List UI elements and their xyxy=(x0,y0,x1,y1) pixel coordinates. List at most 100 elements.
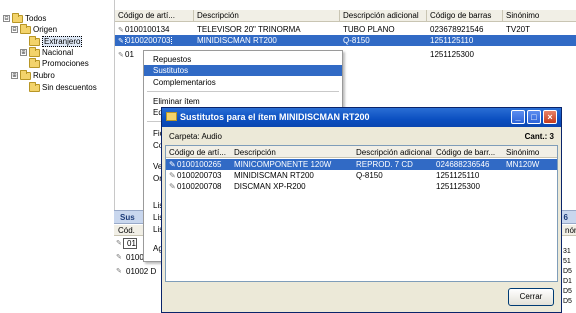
menu-item-sustitutos[interactable]: Sustitutos xyxy=(144,65,342,76)
col-header-desc-adicional[interactable]: Descripción adicional xyxy=(356,148,432,157)
panel-cell-sinonimo: D1 xyxy=(563,278,572,285)
dialog-titlebar[interactable]: Sustitutos para el ítem MINIDISCMAN RT20… xyxy=(162,108,561,127)
cell-codigo: 0100100134 xyxy=(125,25,170,34)
folder-icon xyxy=(20,69,31,80)
cell-descripcion: MINIDISCMAN RT200 xyxy=(197,36,277,45)
pencil-icon: ✎ xyxy=(118,52,124,59)
cell-sinonimo: TV20T xyxy=(506,25,531,34)
tree-node-rubro[interactable]: ⊞ Rubro xyxy=(11,69,55,81)
tree-label: Nacional xyxy=(42,48,74,57)
col-header-desc-adicional[interactable]: Descripción adicional xyxy=(340,10,427,21)
panel-cell-codigo[interactable]: 01 xyxy=(123,238,137,249)
tree-node-sin-descuentos[interactable]: Sin descuentos xyxy=(20,81,97,93)
tree-node-promociones[interactable]: Promociones xyxy=(20,57,89,69)
cell-codigo-barras: 1251125300 xyxy=(436,182,480,191)
col-header-codigo-barras[interactable]: Código de barras xyxy=(427,10,503,21)
maximize-button[interactable]: □ xyxy=(527,110,541,124)
list-row[interactable]: ✎ 0100200703 MINIDISCMAN RT200 Q-8150 12… xyxy=(166,170,557,181)
carpeta-label: Carpeta: Audio xyxy=(169,132,222,141)
grid-header: Código de artí... Descripción Descripció… xyxy=(115,10,576,22)
pencil-icon: ✎ xyxy=(118,38,124,45)
dialog-title: Sustitutos para el ítem MINIDISCMAN RT20… xyxy=(180,112,370,122)
cerrar-button[interactable]: Cerrar xyxy=(508,288,554,306)
tree-node-origen[interactable]: ⊟ Origen xyxy=(11,23,58,35)
col-header-sinonimo[interactable]: Sinónimo xyxy=(503,10,576,21)
list-row-selected[interactable]: ✎ 0100100265 MINICOMPONENTE 120W REPROD.… xyxy=(166,159,557,170)
panel-col-codigo[interactable]: Cód. xyxy=(118,226,135,235)
panel-cell-sinonimo: D5 xyxy=(563,298,572,305)
folder-icon xyxy=(29,81,40,92)
col-header-sinonimo[interactable]: Sinónimo xyxy=(506,148,539,157)
col-header-codigo[interactable]: Código de artí... xyxy=(115,10,194,21)
tree-label: Sin descuentos xyxy=(42,83,97,92)
panel-count: 6 xyxy=(563,213,568,222)
expand-icon[interactable]: ⊞ xyxy=(11,72,18,79)
pencil-icon: ✎ xyxy=(118,27,124,34)
category-tree: ⊟ Todos ⊟ Origen Extranjero ⊞ Nacional P… xyxy=(0,0,114,313)
panel-cell-codigo: 01002 D xyxy=(126,267,157,276)
folder-icon xyxy=(29,35,40,46)
list-header: Código de artí... Descripción Descripció… xyxy=(166,146,557,158)
panel-col-sinonimo[interactable]: nón xyxy=(565,226,576,235)
col-header-codigo[interactable]: Código de artí... xyxy=(169,148,226,157)
pencil-icon: ✎ xyxy=(116,239,122,247)
cell-codigo: 0100100265 xyxy=(177,160,222,169)
list-row[interactable]: ✎ 0100200708 DISCMAN XP-R200 1251125300 xyxy=(166,181,557,192)
panel-cell-sinonimo: D5 xyxy=(563,288,572,295)
tree-node-nacional[interactable]: ⊞ Nacional xyxy=(20,46,74,58)
cell-codigo-barras: 023678921546 xyxy=(430,25,484,34)
panel-row[interactable]: ✎ 01002 D xyxy=(116,266,166,277)
dialog-info-bar: Carpeta: Audio Cant.: 3 xyxy=(165,129,558,143)
menu-separator xyxy=(147,91,339,92)
folder-icon xyxy=(166,112,177,121)
col-header-descripcion[interactable]: Descripción xyxy=(234,148,276,157)
pencil-icon: ✎ xyxy=(169,182,176,191)
table-row[interactable]: ✎0100100134 TELEVISOR 20" TRINORMA TUBO … xyxy=(115,24,576,35)
pencil-icon: ✎ xyxy=(169,171,176,180)
minimize-button[interactable]: _ xyxy=(511,110,525,124)
cell-desc-adicional: Q-8150 xyxy=(343,36,370,45)
cell-descripcion: DISCMAN XP-R200 xyxy=(234,182,306,191)
menu-item-complementarios[interactable]: Complementarios xyxy=(144,77,342,88)
collapse-icon[interactable]: ⊟ xyxy=(11,26,18,33)
tree-node-todos[interactable]: ⊟ Todos xyxy=(3,12,47,24)
panel-right-cells: 31 51 D5 D1 D5 D5 xyxy=(562,248,576,313)
cell-descripcion: MINIDISCMAN RT200 xyxy=(234,171,314,180)
tree-label: Todos xyxy=(25,14,47,23)
collapse-icon[interactable]: ⊟ xyxy=(3,15,10,22)
cell-sinonimo: MN120W xyxy=(506,160,540,169)
pencil-icon: ✎ xyxy=(116,267,122,275)
folder-icon xyxy=(12,12,23,23)
cell-codigo: 0100200703 xyxy=(125,36,172,45)
tree-label: Extranjero xyxy=(42,36,83,47)
cell-codigo: 0100200708 xyxy=(177,182,222,191)
folder-icon xyxy=(20,23,31,34)
panel-cell-sinonimo: 51 xyxy=(563,258,571,265)
sustitutos-list: Código de artí... Descripción Descripció… xyxy=(165,145,558,282)
cell-desc-adicional: REPROD. 7 CD xyxy=(356,160,413,169)
cell-codigo-barras: 1251125110 xyxy=(430,36,474,45)
cell-codigo: 01 xyxy=(125,50,134,59)
col-header-descripcion[interactable]: Descripción xyxy=(194,10,340,21)
cell-codigo: 0100200703 xyxy=(177,171,222,180)
col-header-codigo-barras[interactable]: Código de barr... xyxy=(436,148,495,157)
cell-descripcion: TELEVISOR 20" TRINORMA xyxy=(197,25,301,34)
cell-descripcion: MINICOMPONENTE 120W xyxy=(234,160,332,169)
table-row-selected[interactable]: ✎ 0100200703 MINIDISCMAN RT200 Q-8150 125… xyxy=(115,35,576,46)
menu-item-eliminar[interactable]: Eliminar ítem xyxy=(144,96,342,107)
pencil-icon: ✎ xyxy=(116,253,122,261)
close-button[interactable]: × xyxy=(543,110,557,124)
expand-icon[interactable]: ⊞ xyxy=(20,49,27,56)
pencil-icon: ✎ xyxy=(169,160,176,169)
cell-desc-adicional: TUBO PLANO xyxy=(343,25,395,34)
cell-desc-adicional: Q-8150 xyxy=(356,171,383,180)
menu-item-repuestos[interactable]: Repuestos xyxy=(144,54,342,65)
panel-cell-sinonimo: 31 xyxy=(563,248,571,255)
cell-codigo-barras: 024688236546 xyxy=(436,160,490,169)
tree-label: Origen xyxy=(33,25,58,34)
panel-title: Sus xyxy=(120,213,135,222)
tree-label: Promociones xyxy=(42,59,89,68)
cantidad-label: Cant.: 3 xyxy=(524,132,554,141)
cell-codigo-barras: 1251125110 xyxy=(436,171,480,180)
tree-node-extranjero[interactable]: Extranjero xyxy=(29,35,83,47)
